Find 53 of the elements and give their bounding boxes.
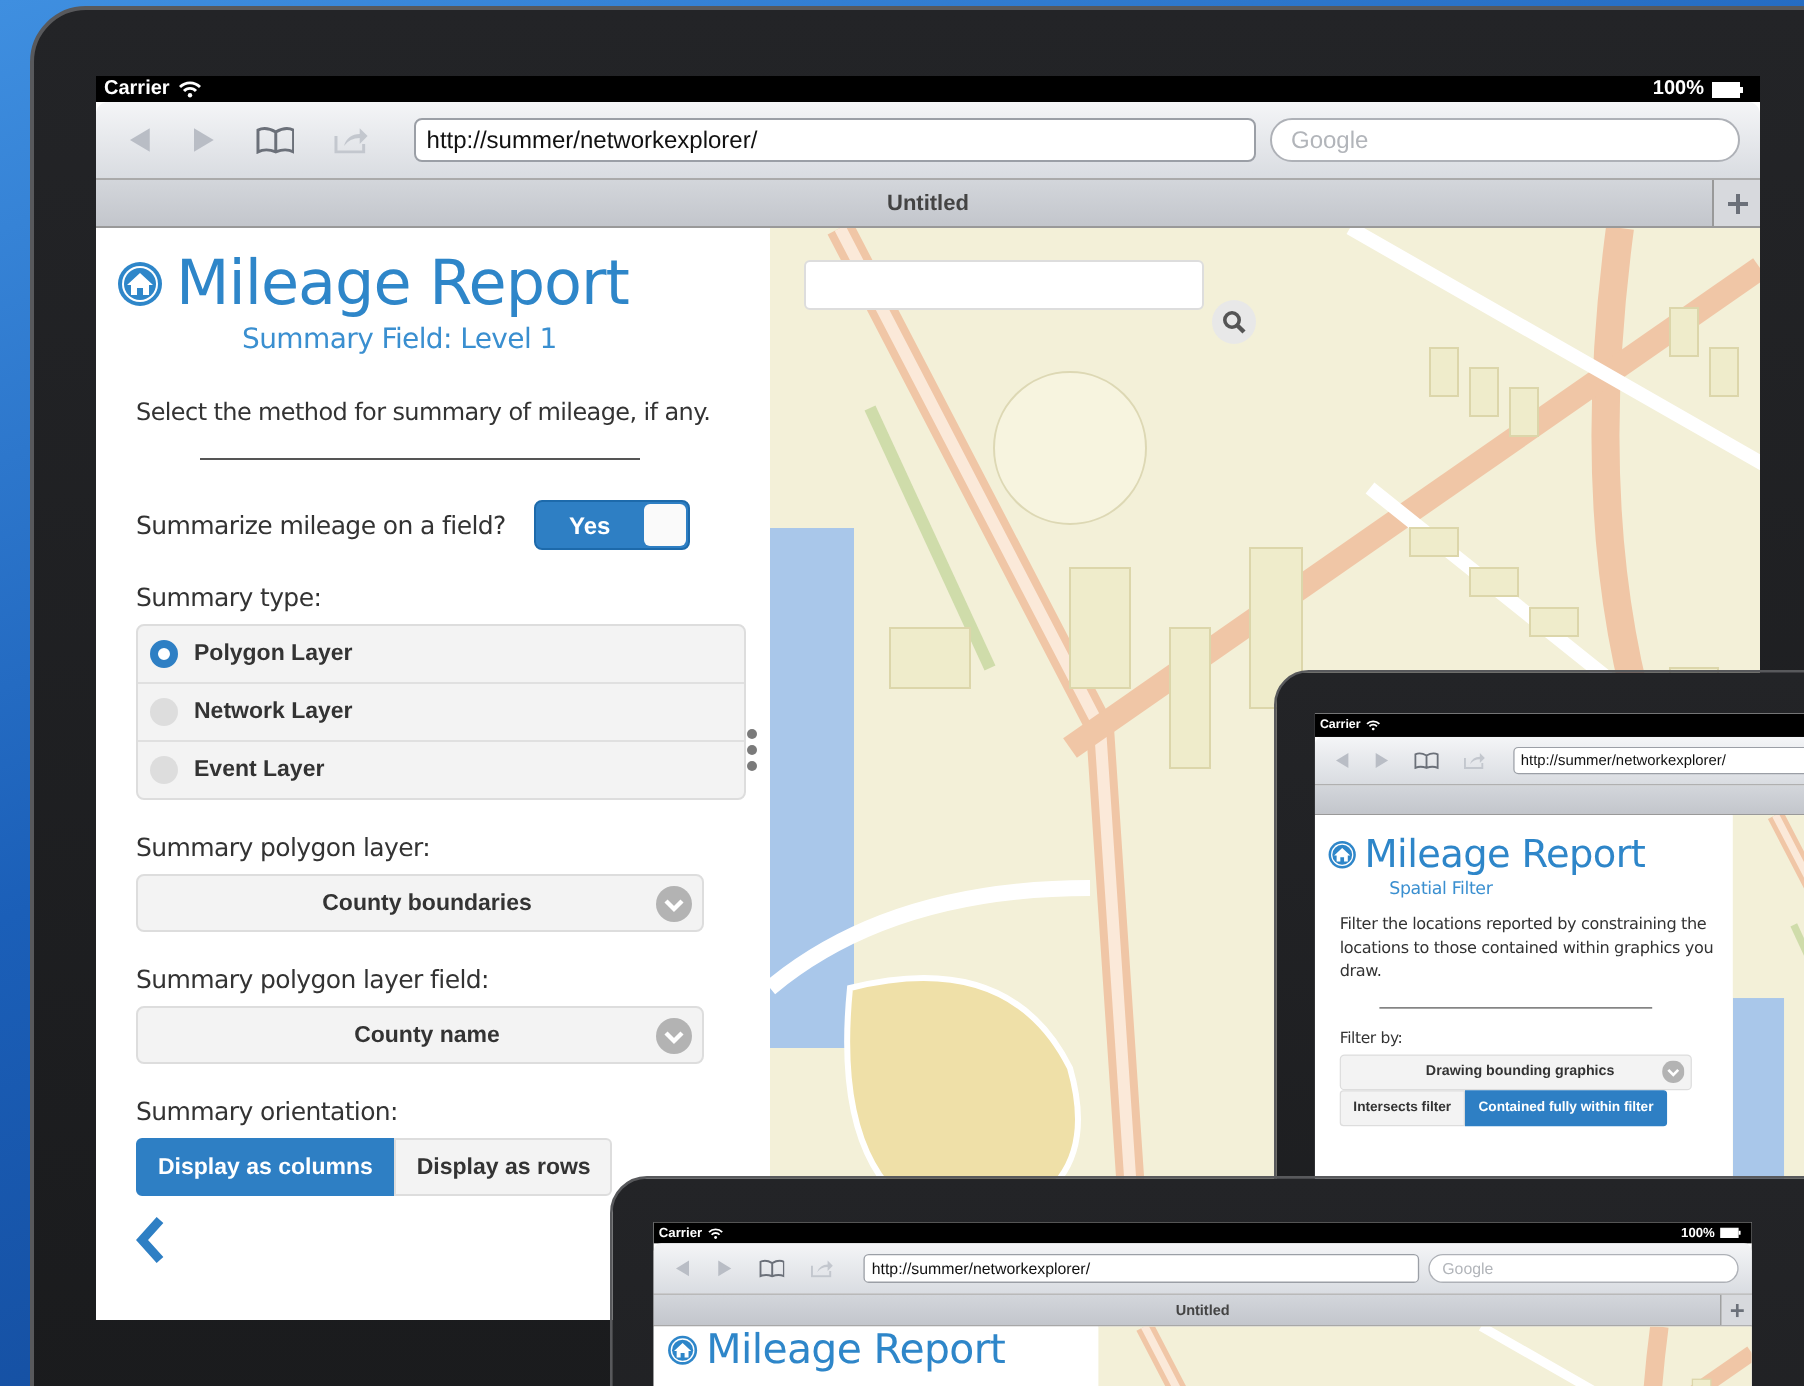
wifi-icon [177, 80, 202, 98]
radio-option[interactable]: Network Layer [138, 682, 744, 741]
wifi-icon [707, 1226, 724, 1239]
book-icon[interactable] [1414, 751, 1439, 770]
battery-icon [1720, 1227, 1742, 1239]
url-field[interactable]: http://summer/networkexplorer/ [414, 118, 1255, 162]
radio-option[interactable]: Polygon Layer [138, 626, 744, 683]
description-text: Select the method for summary of mileage, if any. [136, 396, 713, 430]
battery-percentage: 100% [1652, 78, 1704, 100]
search-field[interactable]: Google [1269, 118, 1740, 162]
chevron-down-icon [656, 885, 692, 922]
browser-tab[interactable]: Untitled [887, 191, 969, 215]
chevron-down-icon [1662, 1060, 1685, 1083]
page-subtitle: Spatial Filter [1389, 879, 1495, 900]
book-icon[interactable] [255, 126, 295, 154]
field-label: Summary polygon layer field: [136, 964, 491, 995]
home-icon[interactable] [666, 1334, 699, 1367]
field-label: Summarize mileage on a field? [136, 510, 506, 541]
page-title: Mileage Report [706, 1326, 1006, 1374]
drag-handle-icon[interactable] [746, 728, 758, 772]
building-cluster [1691, 1378, 1712, 1386]
search-button[interactable] [1212, 300, 1256, 344]
plus-icon [1727, 193, 1747, 213]
dropdown-select[interactable]: County name [136, 1006, 704, 1065]
battery-icon [1712, 81, 1744, 97]
search-icon [1222, 310, 1246, 334]
home-icon[interactable] [1327, 839, 1358, 870]
plus-icon [1730, 1303, 1744, 1317]
dropdown-select[interactable]: County boundaries [136, 874, 704, 933]
home-icon[interactable] [116, 260, 164, 308]
radio-option[interactable]: Event Layer [138, 740, 744, 799]
page-title: Mileage Report [1364, 832, 1646, 878]
chevron-down-icon [656, 1017, 692, 1054]
wifi-icon [1365, 719, 1381, 731]
back-chevron-icon[interactable] [136, 1216, 164, 1265]
description-text: Filter the locations reported by constraining the locations to those contained within graphics you draw. [1339, 914, 1716, 985]
map-search-field[interactable] [804, 260, 1204, 310]
page-title: Mileage Report [176, 248, 629, 320]
new-tab-button[interactable] [1720, 1294, 1752, 1326]
option-label: Network Layer [194, 700, 353, 725]
field-label: Summary polygon layer: [136, 832, 433, 863]
option-label: Event Layer [194, 758, 325, 783]
carrier-label: Carrier [104, 78, 170, 100]
toggle-switch[interactable]: Yes [533, 500, 690, 551]
segment-button[interactable]: Display as columns [136, 1138, 395, 1197]
book-icon[interactable] [758, 1259, 785, 1278]
page-subtitle: Summary Field: Level 1 [242, 324, 559, 356]
segment-button[interactable]: Display as rows [394, 1138, 613, 1197]
field-label: Summary type: [136, 582, 324, 613]
radio-button[interactable] [150, 640, 178, 669]
option-label: Polygon Layer [194, 642, 353, 667]
new-tab-button[interactable] [1712, 180, 1760, 226]
field-label: Summary orientation: [136, 1096, 400, 1127]
